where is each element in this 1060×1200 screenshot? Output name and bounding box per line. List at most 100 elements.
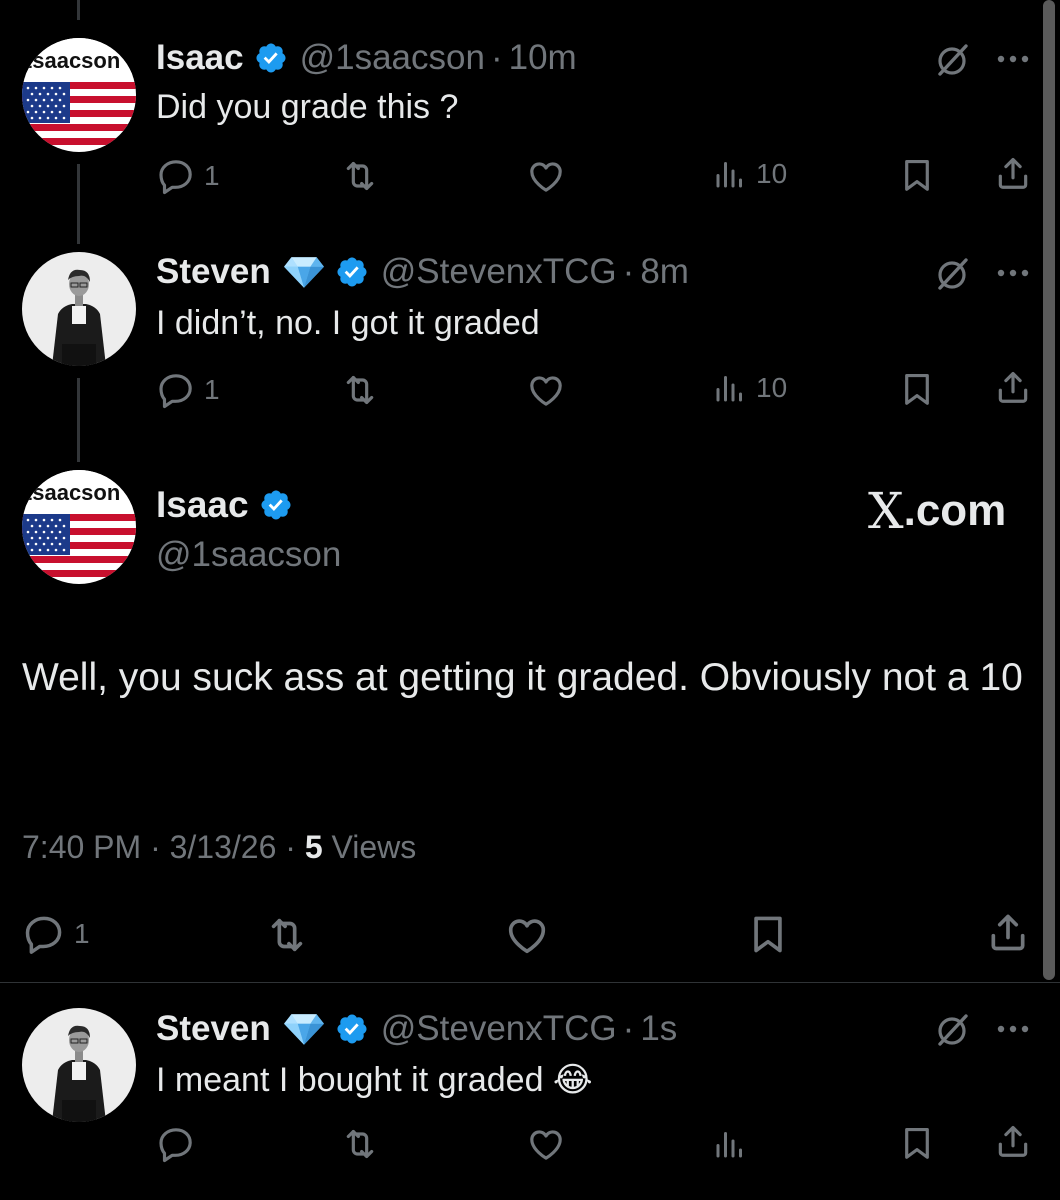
reply-icon xyxy=(156,370,196,410)
author-name[interactable]: Steven xyxy=(156,252,271,292)
retweet-icon xyxy=(340,156,380,196)
views-count: 5 xyxy=(304,829,323,865)
verified-badge-icon xyxy=(254,41,288,75)
reply-icon xyxy=(156,156,196,196)
reply-button[interactable] xyxy=(156,1124,196,1164)
verified-badge-icon xyxy=(335,255,369,289)
person-avatar-image xyxy=(22,1008,136,1122)
retweet-icon xyxy=(264,912,310,958)
like-button[interactable] xyxy=(526,1124,566,1164)
reply-button[interactable]: 1 xyxy=(156,156,220,196)
person-avatar-image xyxy=(22,252,136,366)
views-icon xyxy=(712,370,748,406)
author-handle[interactable]: @1saacson xyxy=(156,535,341,575)
avatar-steven[interactable] xyxy=(22,1008,136,1122)
bookmark-icon xyxy=(898,156,936,194)
separator-dot: · xyxy=(285,829,296,865)
more-icon[interactable] xyxy=(995,1022,1031,1036)
diamond-icon xyxy=(283,255,325,289)
divider xyxy=(0,982,1060,983)
tweet-header: Steven @StevenxTCG · 1s xyxy=(156,1007,677,1051)
avatar-steven[interactable] xyxy=(22,252,136,366)
like-button[interactable] xyxy=(526,370,566,410)
author-handle[interactable]: @1saacson xyxy=(300,38,485,78)
flag-avatar-image: 1saacson xyxy=(22,38,136,152)
author-name[interactable]: Steven xyxy=(156,1009,271,1049)
share-button[interactable] xyxy=(994,154,1032,192)
author-handle[interactable]: @StevenxTCG xyxy=(381,1009,617,1049)
tweet-time[interactable]: 8m xyxy=(640,252,689,292)
tweet-header: Steven @StevenxTCG · 8m xyxy=(156,250,689,294)
bookmark-button[interactable] xyxy=(898,1124,936,1162)
author-name-row[interactable]: Isaac xyxy=(156,484,305,526)
tweet-text: Did you grade this ? xyxy=(156,88,459,126)
reply-button[interactable]: 1 xyxy=(22,912,90,956)
x-logo-letter: X xyxy=(868,482,904,540)
brand-suffix: .com xyxy=(903,486,1007,535)
reply-button[interactable]: 1 xyxy=(156,370,220,410)
like-button[interactable] xyxy=(504,912,550,958)
retweet-button[interactable] xyxy=(340,370,380,410)
tweet-time[interactable]: 1s xyxy=(640,1009,677,1049)
view-count: 10 xyxy=(756,158,788,189)
reply-count: 1 xyxy=(74,918,90,949)
thread-line-top xyxy=(77,0,80,20)
bookmark-button[interactable] xyxy=(746,912,790,956)
tweet-time[interactable]: 10m xyxy=(509,38,577,78)
verified-badge-icon xyxy=(259,488,293,522)
separator-dot: · xyxy=(622,252,635,291)
tweet-text: I didn’t, no. I got it graded xyxy=(156,304,540,342)
author-name[interactable]: Isaac xyxy=(156,484,249,526)
like-icon xyxy=(526,370,566,410)
grok-icon[interactable] xyxy=(935,256,971,292)
tweet-body: Well, you suck ass at getting it graded.… xyxy=(22,656,1023,699)
more-icon[interactable] xyxy=(995,266,1031,280)
bookmark-icon xyxy=(746,912,790,956)
tweet-text: I meant I bought it graded 😂 xyxy=(156,1061,593,1099)
bookmark-button[interactable] xyxy=(898,370,936,408)
like-button[interactable] xyxy=(526,156,566,196)
views-button[interactable] xyxy=(712,1126,748,1162)
views-button[interactable]: 10 xyxy=(712,370,787,406)
bookmark-icon xyxy=(898,370,936,408)
bookmark-button[interactable] xyxy=(898,156,936,194)
tweet-date[interactable]: 3/13/26 xyxy=(170,829,277,865)
share-button[interactable] xyxy=(994,368,1032,406)
grok-icon[interactable] xyxy=(935,42,971,78)
avatar-isaac[interactable]: 1saacson xyxy=(22,470,136,584)
thread-line-2 xyxy=(77,378,80,462)
author-handle[interactable]: @StevenxTCG xyxy=(381,252,617,292)
like-icon xyxy=(526,1124,566,1164)
more-icon[interactable] xyxy=(995,52,1031,66)
views-icon xyxy=(712,1126,748,1162)
tweet-time[interactable]: 7:40 PM xyxy=(22,829,141,865)
avatar-label: 1saacson xyxy=(22,48,120,73)
reply-icon xyxy=(156,1124,196,1164)
views-button[interactable]: 10 xyxy=(712,156,787,192)
reply-count: 1 xyxy=(204,374,220,405)
share-button[interactable] xyxy=(994,1122,1032,1160)
verified-badge-icon xyxy=(335,1012,369,1046)
retweet-button[interactable] xyxy=(340,156,380,196)
diamond-icon xyxy=(283,1012,325,1046)
share-icon xyxy=(994,1122,1032,1160)
tweet-meta: 7:40 PM · 3/13/26 · 5 Views xyxy=(22,829,416,866)
retweet-button[interactable] xyxy=(340,1124,380,1164)
retweet-button[interactable] xyxy=(264,912,310,958)
thread-line-1 xyxy=(77,164,80,244)
retweet-icon xyxy=(340,1124,380,1164)
author-name[interactable]: Isaac xyxy=(156,38,244,78)
view-count: 10 xyxy=(756,372,788,403)
share-button[interactable] xyxy=(986,910,1030,954)
separator-dot: · xyxy=(150,829,161,865)
share-icon xyxy=(994,368,1032,406)
flag-avatar-image: 1saacson xyxy=(22,470,136,584)
views-icon xyxy=(712,156,748,192)
grok-icon[interactable] xyxy=(935,1012,971,1048)
bookmark-icon xyxy=(898,1124,936,1162)
share-icon xyxy=(986,910,1030,954)
avatar-isaac[interactable]: 1saacson xyxy=(22,38,136,152)
scrollbar[interactable] xyxy=(1043,0,1055,980)
separator-dot: · xyxy=(622,1009,635,1048)
like-icon xyxy=(526,156,566,196)
